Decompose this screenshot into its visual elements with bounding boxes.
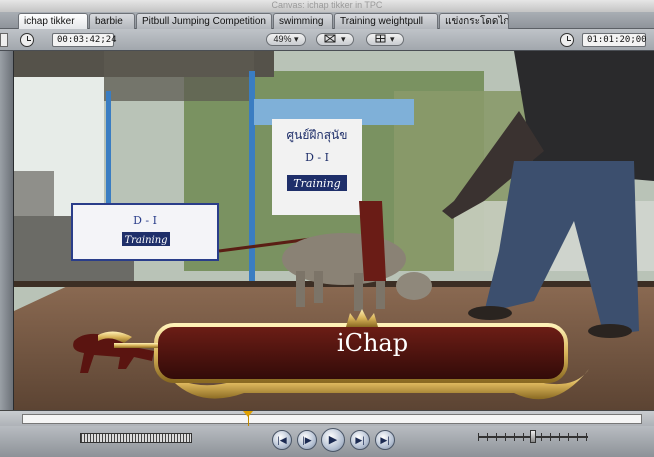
- sequence-tab-strip: ichap tikker barbie Pitbull Jumping Comp…: [0, 12, 654, 29]
- person-shoe: [588, 324, 632, 338]
- playhead-line: [247, 415, 249, 426]
- view-mode-icon: [324, 34, 336, 43]
- roof-shadow: [104, 51, 254, 101]
- view-mode-popup[interactable]: ▾: [316, 33, 354, 46]
- crate-sign-line1: D - I: [133, 214, 157, 227]
- play-icon[interactable]: ▶: [321, 428, 345, 452]
- banner-sign-line2: D - I: [305, 151, 329, 164]
- tab-pitbull-jumping-competition[interactable]: Pitbull Jumping Competition: [136, 13, 272, 29]
- window-title: Canvas: ichap tikker in TPC: [0, 0, 654, 12]
- play-around-current-icon[interactable]: ▶|: [350, 430, 370, 450]
- banner-sign-line3: Training: [293, 177, 340, 190]
- tab-ichap-tikker[interactable]: ichap tikker: [18, 13, 88, 29]
- transport-controls: |◀ |▶ ▶ ▶| ▶|: [0, 426, 654, 457]
- zoom-value: 49%: [273, 34, 292, 44]
- person-shoe: [468, 306, 512, 320]
- canvas-video-frame[interactable]: D - I Training ศูนย์ฝึกสุนัข D - I Train…: [14, 51, 654, 410]
- tab-training-weightpull[interactable]: Training weightpull: [334, 13, 438, 29]
- jog-control[interactable]: [478, 430, 588, 443]
- dog-leg: [296, 271, 305, 307]
- go-to-previous-edit-icon[interactable]: |◀: [272, 430, 292, 450]
- viewer-left-edge: [0, 51, 14, 410]
- banner-sign-line1: ศูนย์ฝึกสุนัข: [287, 128, 348, 143]
- tab-thai-long-jump[interactable]: แข่งกระโดดไกล: [439, 13, 509, 29]
- chevron-down-icon: ▾: [294, 34, 299, 44]
- scrubber-track[interactable]: [22, 414, 642, 424]
- duration-clock-icon: [20, 33, 34, 47]
- dog-leg: [354, 273, 363, 311]
- left-edge-control[interactable]: [0, 33, 8, 47]
- scrubber-bar[interactable]: [0, 410, 654, 426]
- zoom-popup[interactable]: 49% ▾: [266, 33, 306, 46]
- go-to-next-edit-icon[interactable]: ▶|: [375, 430, 395, 450]
- canvas-toolbar: 00:03:42;24 49% ▾ ▾ ▾ 01:01:20;00: [0, 29, 654, 51]
- lower-third-title: iChap: [336, 329, 409, 357]
- tab-barbie[interactable]: barbie: [89, 13, 135, 29]
- play-in-to-out-icon[interactable]: |▶: [297, 430, 317, 450]
- dog-head: [396, 272, 432, 300]
- current-time-clock-icon: [560, 33, 574, 47]
- dog-leg: [314, 271, 323, 303]
- chevron-down-icon: ▾: [340, 34, 346, 44]
- duration-timecode-field[interactable]: 00:03:42;24: [52, 33, 117, 47]
- overlay-icon: [375, 34, 386, 43]
- current-timecode-field[interactable]: 01:01:20;00: [582, 33, 647, 47]
- shuttle-control[interactable]: [80, 433, 192, 443]
- overlay-popup[interactable]: ▾: [366, 33, 404, 46]
- jog-knob[interactable]: [530, 430, 536, 443]
- tab-swimming[interactable]: swimming: [273, 13, 333, 29]
- chevron-down-icon: ▾: [389, 34, 395, 44]
- crate-sign-line2: Training: [124, 235, 167, 246]
